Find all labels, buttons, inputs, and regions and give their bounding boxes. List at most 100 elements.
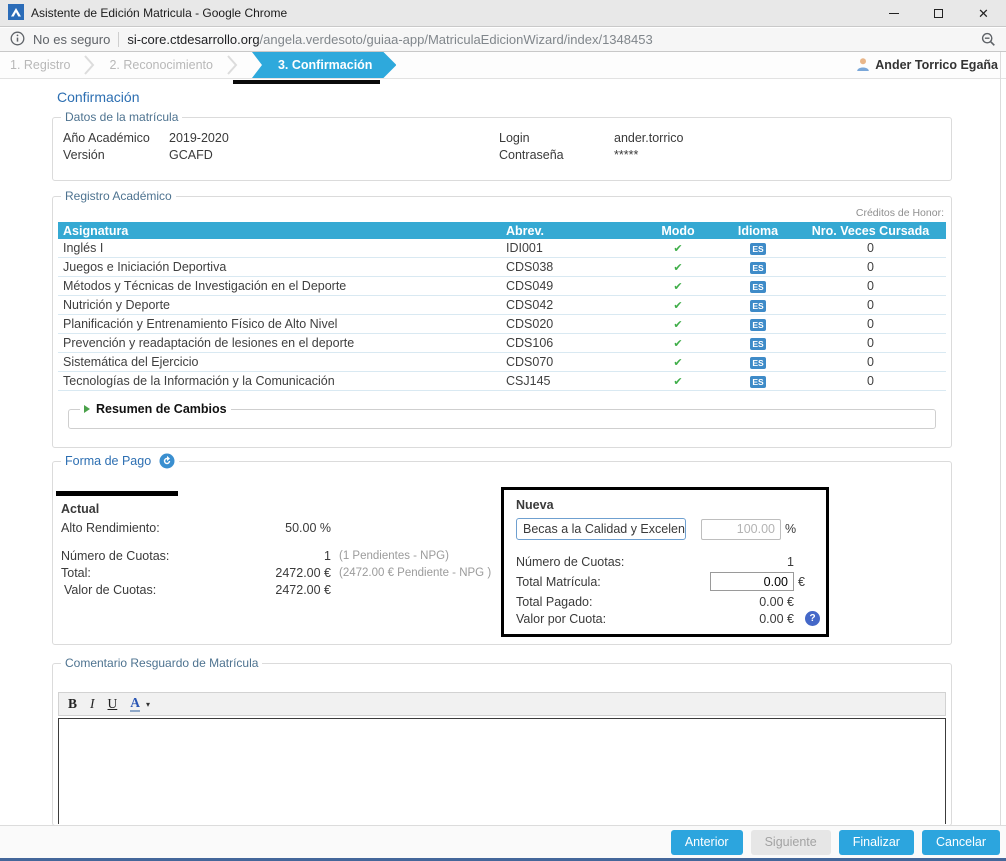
contrasena-label: Contraseña (499, 148, 614, 162)
nueva-cuotas-value: 1 (700, 555, 814, 569)
pago-nueva-panel: Nueva Becas a la Calidad y Excelen % Núm… (501, 487, 829, 637)
actual-highlight-bar (56, 491, 178, 496)
nueva-cuotas-label: Número de Cuotas: (516, 555, 700, 569)
beca-percent-input (701, 519, 781, 540)
total-matricula-input[interactable] (710, 572, 794, 591)
close-button[interactable]: ✕ (961, 0, 1006, 27)
ano-academico-value: 2019-2020 (169, 131, 499, 145)
registro-academico-section: Registro Académico Créditos de Honor: As… (52, 189, 952, 448)
minimize-icon (889, 13, 899, 14)
datos-matricula-legend: Datos de la matrícula (61, 110, 182, 124)
refresh-icon[interactable] (159, 453, 175, 469)
registro-academico-legend: Registro Académico (61, 189, 176, 203)
table-row: Juegos e Iniciación Deportiva CDS038 ✔ E… (58, 258, 946, 277)
cell-asignatura: Métodos y Técnicas de Investigación en e… (58, 279, 506, 293)
comentario-editor[interactable] (58, 718, 946, 824)
actual-valor-cuotas-value: 2472.00 € (219, 583, 331, 597)
cell-asignatura: Tecnologías de la Información y la Comun… (58, 374, 506, 388)
expand-triangle-icon (84, 405, 90, 413)
window-titlebar: Asistente de Edición Matricula - Google … (0, 0, 1006, 27)
footer-bar: Anterior Siguiente Finalizar Cancelar (0, 825, 1006, 858)
cell-veces: 0 (808, 317, 933, 331)
user-menu[interactable]: Ander Torrico Egaña (856, 57, 998, 74)
valor-por-cuota-label: Valor por Cuota: (516, 612, 700, 626)
es-language-badge: ES (750, 376, 766, 389)
url-text[interactable]: si-core.ctdesarrollo.org/angela.verdesot… (127, 32, 652, 47)
creditos-honor-label: Créditos de Honor: (58, 207, 944, 219)
cell-idioma: ES (708, 298, 808, 313)
help-icon[interactable]: ? (805, 611, 820, 626)
check-icon: ✔ (648, 375, 708, 388)
italic-button[interactable]: I (90, 696, 95, 712)
asignaturas-table: Asignatura Abrev. Modo Idioma Nro. Veces… (58, 222, 946, 391)
cell-abrev: CSJ145 (506, 374, 648, 388)
cell-veces: 0 (808, 298, 933, 312)
anterior-button[interactable]: Anterior (671, 830, 743, 855)
comentario-legend: Comentario Resguardo de Matrícula (61, 656, 262, 670)
login-label: Login (499, 131, 614, 145)
cell-asignatura: Juegos e Iniciación Deportiva (58, 260, 506, 274)
zoom-out-icon[interactable] (981, 32, 996, 47)
cell-asignatura: Nutrición y Deporte (58, 298, 506, 312)
resumen-cambios-label: Resumen de Cambios (96, 402, 227, 416)
header-abrev: Abrev. (506, 224, 648, 238)
check-icon: ✔ (648, 337, 708, 350)
font-color-caret-icon[interactable]: ▾ (146, 700, 150, 709)
es-language-badge: ES (750, 357, 766, 370)
cell-abrev: CDS038 (506, 260, 648, 274)
cell-asignatura: Inglés I (58, 241, 506, 255)
scrollbar-track[interactable] (1000, 52, 1001, 825)
resumen-cambios-section: Resumen de Cambios (68, 402, 936, 429)
actual-cuotas-note: (1 Pendientes - NPG) (339, 550, 449, 562)
beca-select-value: Becas a la Calidad y Excelen (523, 522, 685, 536)
actual-cuotas-label: Número de Cuotas: (61, 549, 219, 563)
euro-suffix: € (798, 575, 814, 589)
cell-veces: 0 (808, 241, 933, 255)
table-row: Prevención y readaptación de lesiones en… (58, 334, 946, 353)
alto-rendimiento-value: 50.00 % (219, 521, 331, 535)
close-icon: ✕ (978, 7, 989, 20)
app-favicon-icon (8, 4, 24, 23)
cell-idioma: ES (708, 279, 808, 294)
cancelar-button[interactable]: Cancelar (922, 830, 1000, 855)
table-row: Nutrición y Deporte CDS042 ✔ ES 0 (58, 296, 946, 315)
richtext-toolbar: B I U A ▾ (58, 692, 946, 716)
bold-button[interactable]: B (68, 696, 77, 712)
maximize-icon (934, 9, 943, 18)
chevron-right-icon (84, 55, 95, 75)
beca-select[interactable]: Becas a la Calidad y Excelen (516, 518, 686, 540)
total-matricula-label: Total Matrícula: (516, 575, 700, 589)
underline-button[interactable]: U (108, 696, 118, 712)
check-icon: ✔ (648, 261, 708, 274)
minimize-button[interactable] (871, 0, 916, 27)
es-language-badge: ES (750, 262, 766, 275)
info-icon[interactable] (10, 31, 25, 49)
total-pagado-label: Total Pagado: (516, 595, 700, 609)
cell-veces: 0 (808, 260, 933, 274)
es-language-badge: ES (750, 338, 766, 351)
es-language-badge: ES (750, 281, 766, 294)
resumen-cambios-toggle[interactable]: Resumen de Cambios (80, 402, 231, 416)
wizard-step-registro[interactable]: 1. Registro (0, 58, 84, 72)
wizard-step-confirmacion-active[interactable]: 3. Confirmación (252, 52, 396, 78)
security-label[interactable]: No es seguro (33, 32, 110, 47)
check-icon: ✔ (648, 280, 708, 293)
cell-idioma: ES (708, 241, 808, 256)
table-row: Sistemática del Ejercicio CDS070 ✔ ES 0 (58, 353, 946, 372)
contrasena-value: ***** (614, 148, 946, 162)
nueva-title: Nueva (516, 498, 814, 512)
window-title: Asistente de Edición Matricula - Google … (31, 6, 287, 20)
percent-suffix: % (785, 522, 796, 536)
wizard-step-reconocimiento[interactable]: 2. Reconocimiento (95, 58, 227, 72)
comentario-section: Comentario Resguardo de Matrícula B I U … (52, 656, 952, 826)
finalizar-button[interactable]: Finalizar (839, 830, 914, 855)
cell-veces: 0 (808, 279, 933, 293)
forma-pago-section: Forma de Pago Actual Alto Rendimiento: 5… (52, 453, 952, 645)
valor-por-cuota-value: 0.00 € (700, 612, 814, 626)
font-color-button[interactable]: A (130, 696, 140, 712)
header-asignatura: Asignatura (58, 224, 506, 238)
pago-actual-panel: Actual Alto Rendimiento: 50.00 % Número … (61, 501, 493, 599)
cell-asignatura: Planificación y Entrenamiento Físico de … (58, 317, 506, 331)
version-value: GCAFD (169, 148, 499, 162)
maximize-button[interactable] (916, 0, 961, 27)
